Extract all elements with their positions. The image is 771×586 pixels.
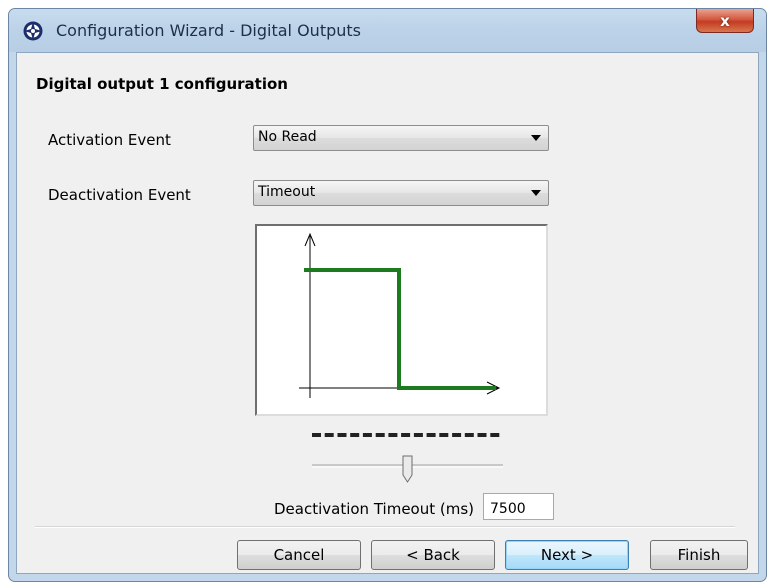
slider-tick (464, 433, 474, 437)
signal-diagram (299, 232, 501, 398)
slider-tick (350, 433, 360, 437)
output-signal-graph (255, 224, 548, 416)
activation-event-label: Activation Event (48, 131, 171, 149)
slider-tick (439, 433, 449, 437)
page-heading: Digital output 1 configuration (36, 75, 288, 93)
title-bar[interactable]: Configuration Wizard - Digital Outputs x (9, 9, 766, 52)
deactivation-timeout-input[interactable] (483, 493, 554, 520)
slider-ticks (312, 433, 500, 437)
slider-tick (401, 433, 411, 437)
deactivation-timeout-label: Deactivation Timeout (ms) (274, 500, 475, 518)
slider-tick (324, 433, 334, 437)
slider-tick (477, 433, 487, 437)
close-icon: x (720, 11, 730, 30)
chevron-down-icon (531, 135, 541, 141)
finish-button[interactable]: Finish (650, 540, 748, 570)
slider-tick (426, 433, 436, 437)
signal-line (304, 268, 496, 390)
close-button[interactable]: x (696, 9, 754, 33)
deactivation-event-label: Deactivation Event (48, 186, 191, 204)
wizard-window: Configuration Wizard - Digital Outputs x… (8, 8, 767, 582)
slider-tick (312, 433, 321, 437)
slider-tick (362, 433, 372, 437)
activation-event-value: No Read (258, 129, 317, 145)
slider-tick (452, 433, 462, 437)
footer-separator (35, 526, 735, 528)
slider-graphic (312, 433, 503, 483)
slider-tick (413, 433, 423, 437)
deactivation-event-value: Timeout (258, 184, 316, 200)
app-compass-icon (23, 21, 43, 41)
chevron-down-icon (531, 190, 541, 196)
slider-thumb (402, 455, 413, 483)
slider-tick (490, 433, 500, 437)
slider-tick (337, 433, 347, 437)
timeout-slider[interactable] (305, 431, 505, 487)
slider-tick (375, 433, 385, 437)
activation-event-dropdown[interactable]: No Read (253, 125, 549, 151)
slider-tick (388, 433, 398, 437)
window-title: Configuration Wizard - Digital Outputs (56, 21, 361, 40)
back-button[interactable]: < Back (371, 540, 495, 570)
next-button[interactable]: Next > (505, 540, 629, 570)
wizard-page: Digital output 1 configuration Activatio… (16, 52, 759, 574)
cancel-button[interactable]: Cancel (237, 540, 361, 570)
deactivation-event-dropdown[interactable]: Timeout (253, 180, 549, 206)
